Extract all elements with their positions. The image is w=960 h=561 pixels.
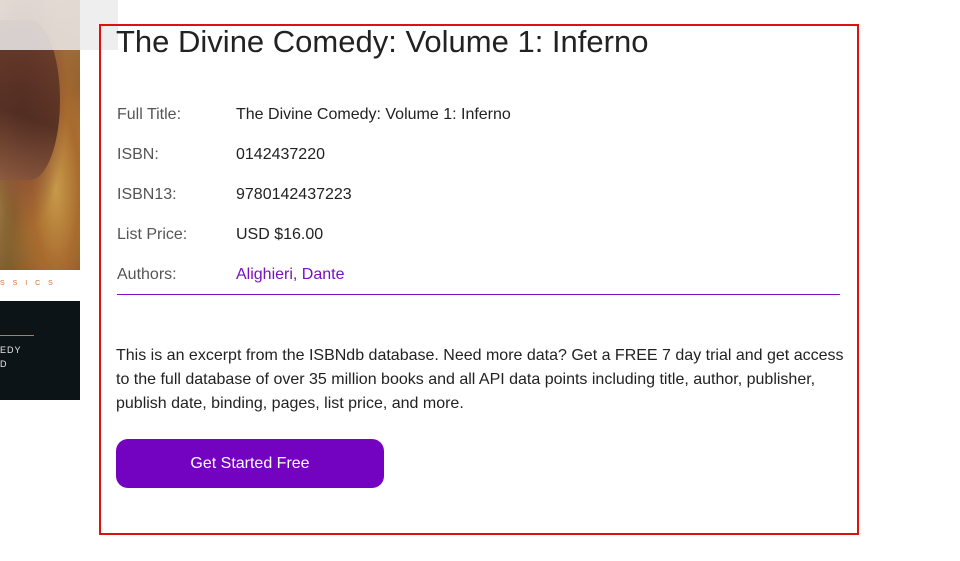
detail-value: 0142437220 xyxy=(236,146,325,163)
book-detail-page: S S I C S EDY D The Divine Comedy: Volum… xyxy=(0,0,960,561)
cover-title-panel: EDY D xyxy=(0,301,80,400)
detail-value: USD $16.00 xyxy=(236,226,324,243)
author-link[interactable]: Alighieri, Dante xyxy=(236,266,345,284)
cover-subtitle-line: D xyxy=(0,359,7,369)
detail-label: ISBN13: xyxy=(117,186,177,203)
cover-rule xyxy=(0,335,34,336)
detail-value: 9780142437223 xyxy=(236,186,352,203)
detail-value: The Divine Comedy: Volume 1: Inferno xyxy=(236,106,511,123)
detail-row-authors: Authors: Alighieri, Dante xyxy=(117,255,840,295)
detail-row-list-price: List Price: USD $16.00 xyxy=(117,215,840,255)
detail-label: ISBN: xyxy=(117,146,159,163)
detail-label: List Price: xyxy=(117,226,188,243)
get-started-free-button[interactable]: Get Started Free xyxy=(116,439,384,488)
detail-row-isbn: ISBN: 0142437220 xyxy=(117,135,840,175)
detail-label: Full Title: xyxy=(117,106,182,123)
detail-row-full-title: Full Title: The Divine Comedy: Volume 1:… xyxy=(117,95,840,135)
detail-row-isbn13: ISBN13: 9780142437223 xyxy=(117,175,840,215)
book-title: The Divine Comedy: Volume 1: Inferno xyxy=(116,24,649,59)
cover-title-line: EDY xyxy=(0,345,22,355)
detail-label: Authors: xyxy=(117,266,177,283)
excerpt-notice: This is an excerpt from the ISBNdb datab… xyxy=(116,347,844,412)
section-divider xyxy=(117,294,840,295)
book-details-table: Full Title: The Divine Comedy: Volume 1:… xyxy=(117,95,840,295)
cover-series-label: S S I C S xyxy=(0,280,56,287)
book-cover-image: S S I C S EDY D xyxy=(0,0,118,400)
